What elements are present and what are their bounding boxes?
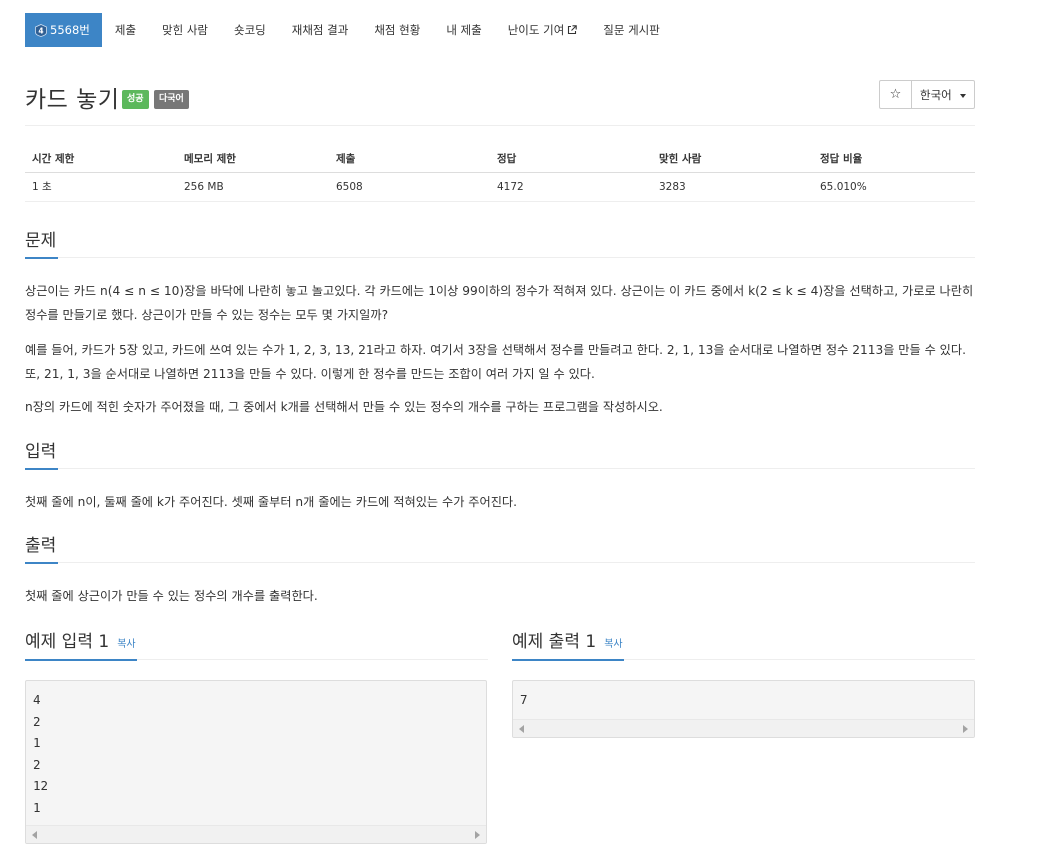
star-icon: ☆ <box>889 87 902 102</box>
table-header-row: 시간 제한 메모리 제한 제출 정답 맞힌 사람 정답 비율 <box>25 146 975 173</box>
tab-rejudge-results-label: 재채점 결과 <box>291 23 349 37</box>
tab-solvers-label: 맞힌 사람 <box>162 23 209 37</box>
header-accepted: 정답 <box>490 146 652 173</box>
problem-heading-row: 문제 <box>25 230 975 259</box>
sample-output-line: 7 <box>520 692 528 707</box>
tab-short-coding[interactable]: 숏코딩 <box>221 13 279 47</box>
output-description: 첫째 줄에 상근이가 만들 수 있는 정수의 개수를 출력한다. <box>25 589 318 603</box>
tab-rejudge-results[interactable]: 재채점 결과 <box>279 13 362 47</box>
sample-input-line: 12 <box>33 778 49 793</box>
sample-input-line: 2 <box>33 713 41 729</box>
sample-input-title: 예제 입력 1 <box>25 632 110 652</box>
sample-output-heading: 예제 출력 1 복사 <box>512 631 624 661</box>
tab-difficulty-contribution-label: 난이도 기여 <box>507 23 565 37</box>
sample-output-heading-row: 예제 출력 1 복사 <box>512 630 975 661</box>
sample-output-content: 7 <box>513 681 974 711</box>
tab-short-coding-label: 숏코딩 <box>234 23 266 37</box>
header-solvers: 맞힌 사람 <box>652 146 813 173</box>
tab-question-board[interactable]: 질문 게시판 <box>590 13 673 47</box>
header-time-limit: 시간 제한 <box>25 146 177 173</box>
scroll-left-icon[interactable] <box>32 831 37 839</box>
tab-my-submissions[interactable]: 내 제출 <box>433 13 494 47</box>
copy-sample-input-button[interactable]: 복사 <box>117 634 135 656</box>
scroll-left-icon[interactable] <box>519 725 524 733</box>
sample-output-scrollbar[interactable] <box>513 719 974 737</box>
value-submissions: 6508 <box>329 172 490 202</box>
tab-submit[interactable]: 제출 <box>102 13 149 47</box>
scroll-right-icon[interactable] <box>475 831 480 839</box>
status-badge-success: 성공 <box>122 90 149 109</box>
sample-input-line: 2 <box>33 756 41 772</box>
problem-heading: 문제 <box>25 231 59 259</box>
input-heading-row: 입력 <box>25 441 975 470</box>
value-solvers: 3283 <box>652 172 813 202</box>
sample-input-scrollbar[interactable] <box>26 825 486 843</box>
output-heading: 출력 <box>25 536 59 564</box>
chevron-down-icon <box>959 93 966 98</box>
scroll-right-icon[interactable] <box>963 725 968 733</box>
sample-input-content: 4 2 1 2 12 1 <box>26 681 486 818</box>
tab-problem-number[interactable]: 4 5568번 <box>25 13 102 47</box>
value-memory-limit: 256 MB <box>177 172 329 202</box>
tab-judge-status[interactable]: 채점 현황 <box>361 13 433 47</box>
tier-badge-number: 4 <box>38 26 43 35</box>
output-heading-row: 출력 <box>25 535 975 564</box>
problem-paragraph-2: 예를 들어, 카드가 5장 있고, 카드에 쓰여 있는 수가 1, 2, 3, … <box>25 343 966 381</box>
title-row: 카드 놓기 성공 다국어 ☆ 한국어 <box>25 80 975 126</box>
language-select-label: 한국어 <box>920 87 952 102</box>
tier-badge-icon: 4 <box>35 23 47 37</box>
problem-nav: 4 5568번 제출 맞힌 사람 숏코딩 재채점 결과 채점 현황 내 제출 난… <box>25 13 673 47</box>
page-title: 카드 놓기 <box>25 87 120 113</box>
copy-sample-output-button[interactable]: 복사 <box>604 634 622 656</box>
input-description: 첫째 줄에 n이, 둘째 줄에 k가 주어진다. 셋째 줄부터 n개 줄에는 카… <box>25 495 518 509</box>
sample-output-box[interactable]: 7 <box>512 680 975 738</box>
problem-info-table: 시간 제한 메모리 제한 제출 정답 맞힌 사람 정답 비율 1 초 256 M… <box>25 146 975 202</box>
sample-input-line: 1 <box>33 735 41 750</box>
table-row: 1 초 256 MB 6508 4172 3283 65.010% <box>25 172 975 202</box>
problem-paragraph-1: 상근이는 카드 n(4 ≤ n ≤ 10)장을 바닥에 나란히 놓고 놀고있다.… <box>25 284 974 322</box>
sample-output-title: 예제 출력 1 <box>512 632 597 652</box>
sample-input-line: 1 <box>33 799 41 815</box>
tab-difficulty-contribution[interactable]: 난이도 기여 <box>495 13 591 47</box>
value-accepted: 4172 <box>490 172 652 202</box>
tab-problem-number-label: 5568번 <box>50 23 90 37</box>
header-submissions: 제출 <box>329 146 490 173</box>
sample-input-heading: 예제 입력 1 복사 <box>25 631 137 661</box>
favorite-button[interactable]: ☆ <box>880 81 912 108</box>
tab-submit-label: 제출 <box>114 23 137 37</box>
value-time-limit: 1 초 <box>25 172 177 202</box>
title-actions: ☆ 한국어 <box>879 80 975 109</box>
language-select[interactable]: 한국어 <box>912 81 974 108</box>
external-link-icon <box>567 25 578 35</box>
tab-question-board-label: 질문 게시판 <box>603 23 660 37</box>
problem-paragraph-3: n장의 카드에 적힌 숫자가 주어졌을 때, 그 중에서 k개를 선택해서 만들… <box>25 400 663 414</box>
tab-my-submissions-label: 내 제출 <box>446 23 482 37</box>
header-memory-limit: 메모리 제한 <box>177 146 329 173</box>
input-heading: 입력 <box>25 442 59 470</box>
tab-solvers[interactable]: 맞힌 사람 <box>149 13 221 47</box>
status-badge-multilang: 다국어 <box>154 90 189 109</box>
sample-input-line: 4 <box>33 692 41 707</box>
value-ratio: 65.010% <box>813 172 975 202</box>
header-ratio: 정답 비율 <box>813 146 975 173</box>
tab-judge-status-label: 채점 현황 <box>374 23 421 37</box>
sample-input-heading-row: 예제 입력 1 복사 <box>25 630 488 661</box>
sample-input-box[interactable]: 4 2 1 2 12 1 <box>25 680 487 844</box>
